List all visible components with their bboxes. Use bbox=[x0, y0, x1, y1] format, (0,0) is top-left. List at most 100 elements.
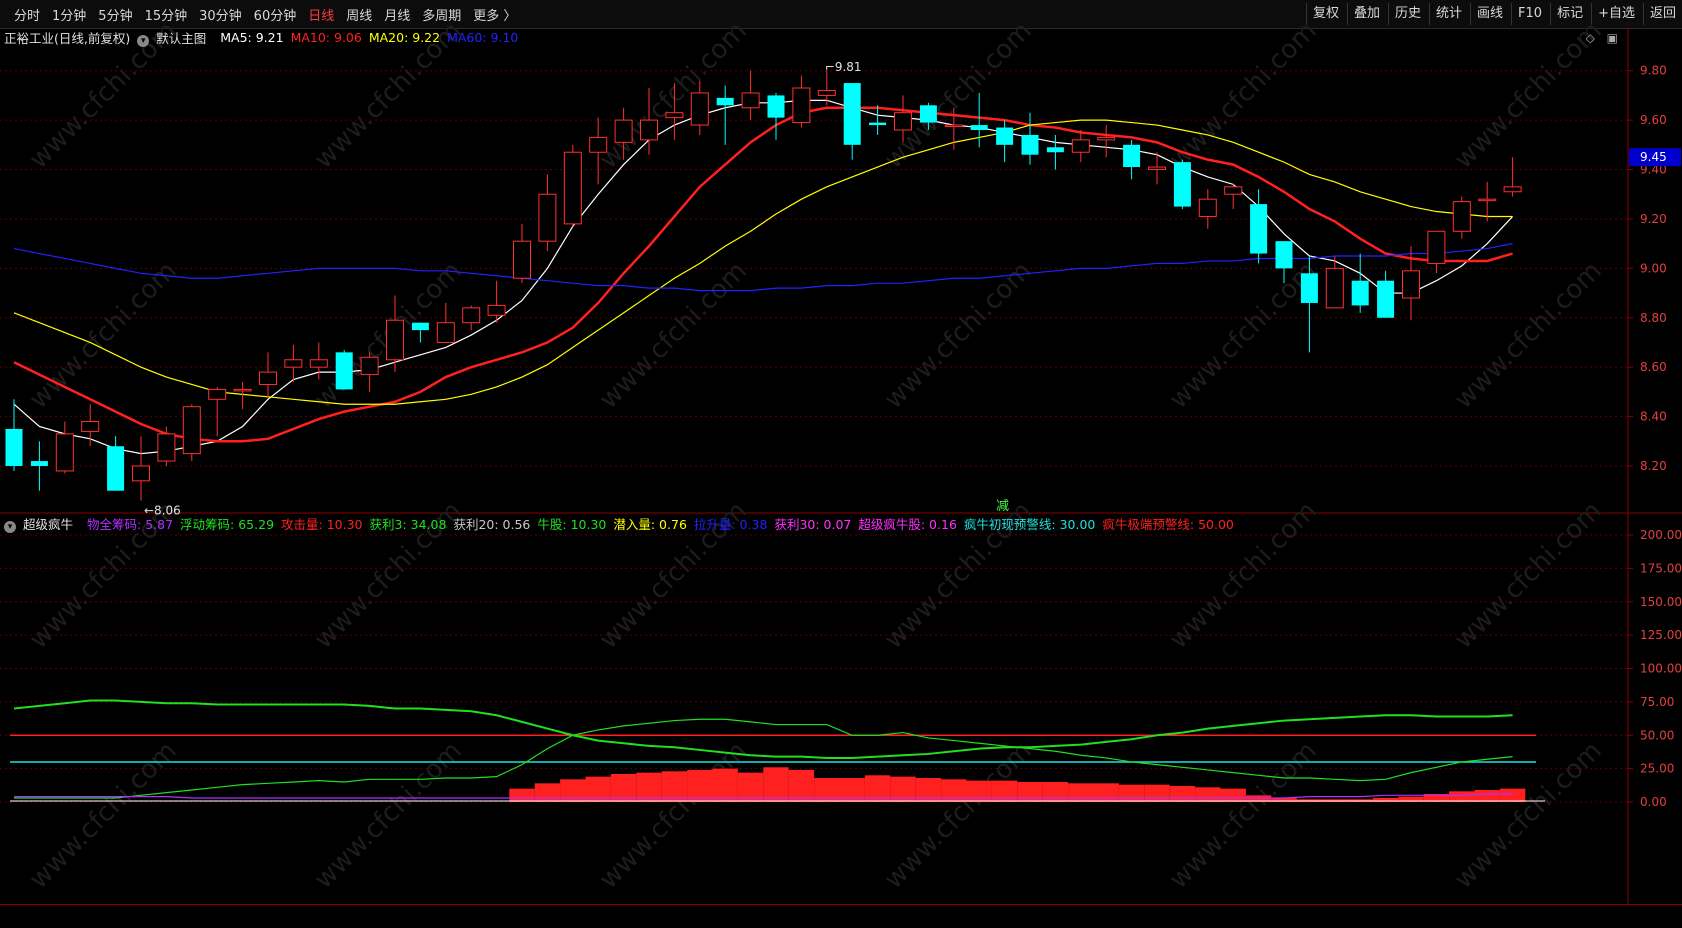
attack-volume-bar bbox=[1042, 781, 1069, 802]
ma-legend-0: MA5: 9.21 bbox=[220, 29, 284, 45]
attack-volume-bar bbox=[687, 769, 713, 802]
candle bbox=[1427, 230, 1446, 274]
candle-body bbox=[1071, 139, 1090, 153]
watermark: www.cfchi.com bbox=[594, 16, 753, 175]
indicator-selector[interactable]: ▾ 超级疯牛 bbox=[4, 514, 80, 533]
attack-volume-bar bbox=[1169, 785, 1196, 802]
y-tick-label: 100.00 bbox=[1640, 662, 1682, 676]
y-tick-label: 125.00 bbox=[1640, 628, 1682, 642]
candle-body bbox=[665, 112, 684, 119]
candle-body bbox=[741, 92, 760, 109]
candle bbox=[1351, 253, 1369, 313]
candle bbox=[741, 70, 760, 121]
candle-body bbox=[386, 319, 404, 361]
candle bbox=[1173, 159, 1191, 210]
indicator-legend-3: 获利3: 34.08 bbox=[369, 516, 447, 532]
candle-body bbox=[843, 83, 861, 145]
attack-volume-bar bbox=[1068, 783, 1094, 802]
indicator-legend-4: 获利20: 0.56 bbox=[453, 516, 531, 532]
chevron-down-icon: ▾ bbox=[137, 34, 150, 47]
watermark: www.cfchi.com bbox=[1164, 736, 1323, 895]
time-axis-bar bbox=[0, 904, 1682, 928]
attack-volume-bar bbox=[1220, 788, 1246, 802]
candle bbox=[233, 382, 252, 410]
candle-body bbox=[563, 151, 582, 225]
stock-title: 正裕工业(日线,前复权) bbox=[4, 30, 131, 46]
y-tick-label: 200.00 bbox=[1640, 528, 1682, 542]
candle bbox=[1123, 139, 1141, 180]
candle-body bbox=[335, 352, 353, 390]
candle-body bbox=[589, 136, 608, 153]
stock-chart[interactable]: www.cfchi.com www.cfchi.com www.cfchi.com w… bbox=[0, 0, 1682, 927]
watermark: www.cfchi.com bbox=[24, 256, 183, 415]
ma-legend-1: MA10: 9.06 bbox=[290, 29, 362, 45]
candle bbox=[132, 436, 150, 501]
candle bbox=[716, 85, 734, 145]
watermark: www.cfchi.com bbox=[309, 736, 468, 895]
candle-body bbox=[1224, 186, 1243, 195]
candle-body bbox=[690, 92, 709, 126]
candle bbox=[1224, 184, 1243, 210]
candle bbox=[411, 322, 429, 343]
watermark: www.cfchi.com bbox=[1164, 16, 1323, 175]
candle-body bbox=[107, 446, 125, 491]
watermark: www.cfchi.com bbox=[1449, 736, 1608, 895]
y-tick-label: 25.00 bbox=[1640, 762, 1674, 776]
candle-body bbox=[1046, 147, 1064, 153]
candle-body bbox=[970, 125, 988, 130]
indicator-legend-6: 潜入量: 0.76 bbox=[613, 516, 687, 532]
indicator-legend-9: 超级疯牛股: 0.16 bbox=[858, 516, 957, 532]
y-tick-label: 150.00 bbox=[1640, 595, 1682, 609]
candle-body bbox=[640, 119, 658, 141]
y-tick-label: 0.00 bbox=[1640, 795, 1667, 809]
indicator-legend-11: 疯牛极端预警线: 50.00 bbox=[1102, 516, 1234, 532]
candle-body bbox=[919, 105, 937, 123]
candle-body bbox=[1351, 280, 1369, 306]
candle bbox=[767, 92, 785, 140]
candle bbox=[487, 280, 506, 323]
attack-volume-bar bbox=[1118, 784, 1145, 802]
candle-body bbox=[1427, 230, 1446, 264]
candle-body bbox=[132, 465, 150, 482]
candle bbox=[81, 404, 100, 447]
attack-volume-bar bbox=[534, 783, 561, 802]
watermark: www.cfchi.com bbox=[1164, 256, 1323, 415]
candle-body bbox=[208, 388, 227, 400]
watermark: www.cfchi.com bbox=[1449, 16, 1608, 175]
watermark: www.cfchi.com bbox=[1449, 496, 1608, 655]
candle bbox=[462, 305, 481, 331]
current-price-label: 9.45 bbox=[1640, 150, 1667, 164]
main-chart-legend: 正裕工业(日线,前复权) ▾ 默认主图 MA5: 9.21 MA10: 9.06 MA… bbox=[4, 28, 525, 47]
candle-body bbox=[538, 193, 557, 242]
maximize-icon[interactable]: ▣ bbox=[1607, 31, 1618, 45]
candle-body bbox=[5, 428, 23, 466]
candle-body bbox=[614, 119, 633, 143]
candle-body bbox=[1148, 166, 1166, 171]
candle-body bbox=[513, 240, 531, 279]
indicator-legend-0: 物全筹码: 5.87 bbox=[87, 516, 174, 532]
candle bbox=[259, 352, 277, 397]
candle-body bbox=[182, 406, 201, 455]
ma-legend-3: MA60: 9.10 bbox=[447, 29, 519, 45]
candle-body bbox=[1097, 136, 1116, 141]
diamond-icon[interactable]: ◇ bbox=[1586, 31, 1595, 45]
watermark: www.cfchi.com bbox=[879, 256, 1038, 415]
candle bbox=[538, 174, 557, 252]
template-selector[interactable]: ▾ 默认主图 bbox=[137, 28, 213, 47]
candle-body bbox=[309, 359, 328, 368]
ma-legend-2: MA20: 9.22 bbox=[368, 29, 441, 45]
attack-volume-bar bbox=[1017, 781, 1043, 802]
watermark: www.cfchi.com bbox=[879, 736, 1038, 895]
indicator-legend-1: 浮动筹码: 65.29 bbox=[180, 516, 275, 532]
candle-body bbox=[55, 433, 74, 472]
candle-body bbox=[436, 322, 455, 343]
candle-body bbox=[894, 112, 912, 131]
candle bbox=[30, 441, 48, 491]
candle-body bbox=[869, 122, 887, 126]
candle bbox=[843, 83, 861, 160]
candle bbox=[589, 117, 608, 185]
candle bbox=[1198, 189, 1217, 229]
candle bbox=[1452, 196, 1471, 239]
candle bbox=[1250, 189, 1268, 264]
candle-body bbox=[30, 461, 48, 466]
